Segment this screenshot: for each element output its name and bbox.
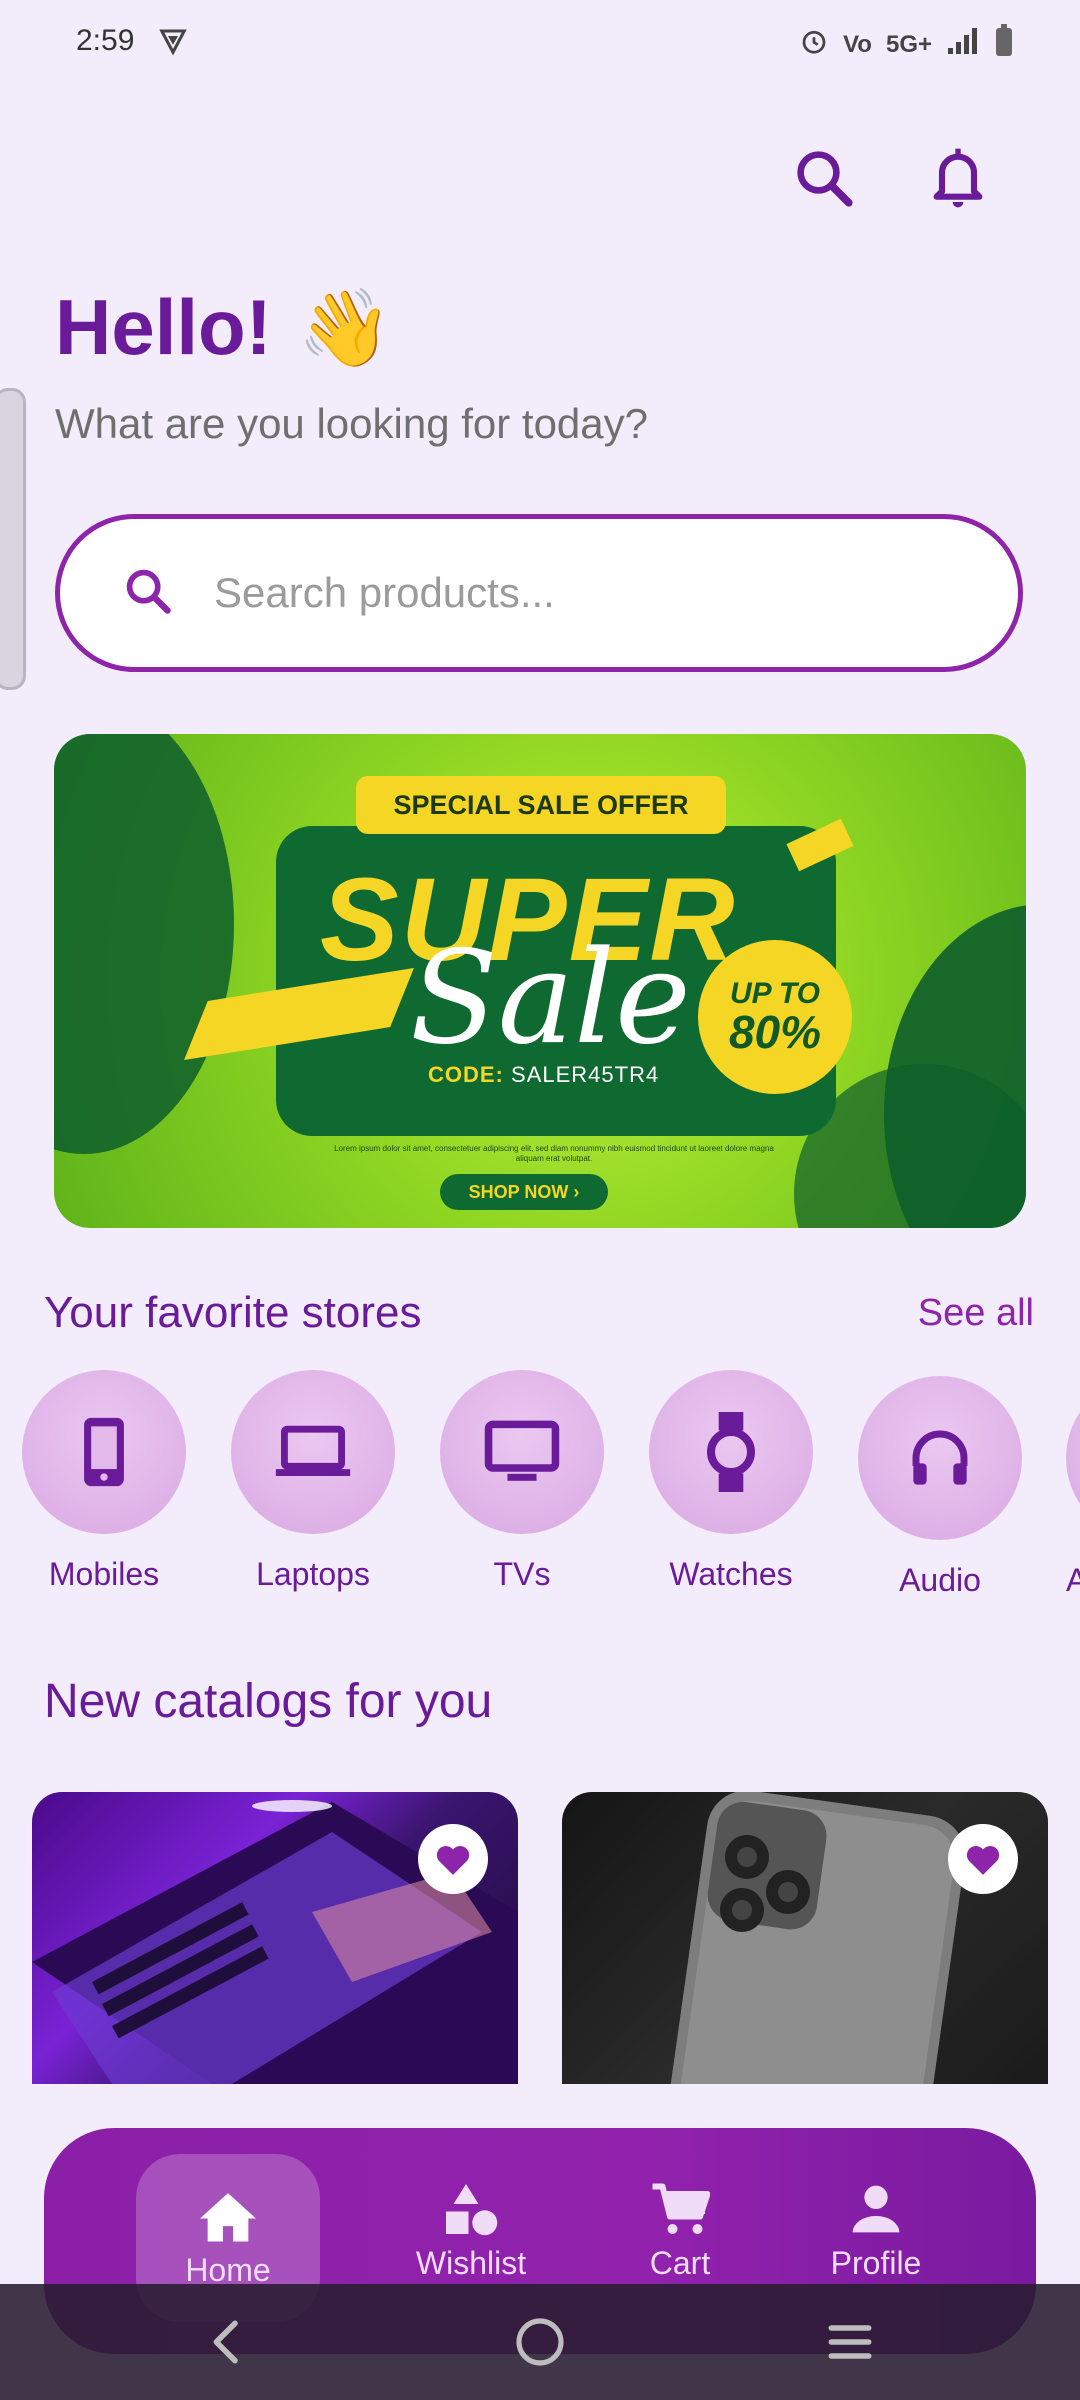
nav-label: Home — [185, 2251, 271, 2288]
waving-hand-emoji: 👋 — [297, 285, 393, 371]
store-partial[interactable]: A — [1066, 1376, 1080, 1599]
store-audio[interactable]: Audio — [857, 1376, 1023, 1599]
catalogs-section-title: New catalogs for you — [44, 1675, 493, 1728]
headphones-icon — [858, 1376, 1022, 1540]
banner-headline-sale: Sale — [410, 924, 691, 1073]
alarm-icon — [799, 26, 829, 63]
shapes-icon — [446, 2183, 498, 2235]
heart-icon — [436, 1846, 470, 1875]
notification-bell-icon[interactable] — [920, 140, 996, 216]
tv-icon — [440, 1370, 604, 1534]
status-bar: 2:59 Vo 5G+ — [0, 0, 1080, 86]
edge-panel-handle[interactable] — [0, 388, 26, 690]
search-icon[interactable] — [786, 140, 862, 216]
back-icon[interactable] — [200, 2314, 256, 2375]
catalog-card-phone[interactable] — [562, 1792, 1048, 2084]
vpn-icon — [158, 26, 188, 61]
home-icon — [200, 2192, 256, 2241]
badge-value: 80% — [728, 1006, 822, 1058]
promo-code: CODE: SALER45TR4 — [428, 1062, 659, 1088]
shop-now-button[interactable]: SHOP NOW › — [440, 1174, 608, 1210]
banner-decoration — [54, 734, 234, 1154]
network-type: 5G+ — [885, 30, 932, 58]
promo-code-label: CODE: — [428, 1062, 504, 1087]
catalog-card-laptop[interactable] — [32, 1792, 518, 2084]
status-icons: Vo 5G+ — [799, 24, 1014, 65]
nav-label: Profile — [830, 2244, 922, 2281]
system-navigation-bar — [0, 2284, 1080, 2400]
store-tvs[interactable]: TVs — [439, 1370, 605, 1593]
discount-badge: UP TO 80% — [698, 940, 852, 1094]
store-label: A — [1066, 1562, 1080, 1598]
heart-icon — [966, 1846, 1000, 1875]
battery-icon — [994, 24, 1014, 65]
volte-icon: Vo — [843, 30, 872, 58]
smartphone-icon — [22, 1370, 186, 1534]
greeting-title: Hello! 👋 — [55, 282, 392, 373]
signal-icon — [946, 26, 980, 63]
greeting-text: Hello! — [55, 283, 272, 371]
see-all-link[interactable]: See all — [918, 1292, 1034, 1335]
cart-icon — [652, 2183, 710, 2234]
store-label: TVs — [493, 1556, 551, 1592]
wishlist-heart-button[interactable] — [948, 1824, 1018, 1894]
watch-icon — [649, 1370, 813, 1534]
store-label: Audio — [899, 1562, 981, 1598]
promo-banner[interactable]: SPECIAL SALE OFFER SUPER Sale UP TO 80% … — [54, 734, 1026, 1228]
store-label: Mobiles — [48, 1556, 160, 1592]
search-placeholder: Search products... — [214, 569, 555, 616]
store-label: Laptops — [256, 1556, 370, 1592]
home-circle-icon[interactable] — [512, 2314, 568, 2375]
wishlist-heart-button[interactable] — [418, 1824, 488, 1894]
banner-tag: SPECIAL SALE OFFER — [356, 776, 726, 834]
promo-code-value: SALER45TR4 — [511, 1062, 660, 1087]
store-watches[interactable]: Watches — [648, 1370, 814, 1593]
recent-apps-icon[interactable] — [822, 2314, 878, 2375]
stores-section-title: Your favorite stores — [44, 1288, 422, 1337]
store-laptops[interactable]: Laptops — [230, 1370, 396, 1593]
store-label: Watches — [669, 1556, 793, 1592]
greeting-subtitle: What are you looking for today? — [55, 400, 649, 447]
partial-store-icon — [1066, 1376, 1080, 1540]
banner-fine-print: Lorem ipsum dolor sit amet, consectetuer… — [334, 1144, 774, 1164]
nav-label: Cart — [649, 2244, 711, 2281]
search-icon — [122, 565, 174, 622]
nav-label: Wishlist — [415, 2244, 527, 2281]
badge-top-text: UP TO — [729, 977, 820, 1010]
status-time: 2:59 — [76, 24, 135, 57]
person-icon — [852, 2185, 900, 2232]
laptop-icon — [231, 1370, 395, 1534]
search-input[interactable]: Search products... — [55, 514, 1023, 672]
store-mobiles[interactable]: Mobiles — [21, 1370, 187, 1593]
